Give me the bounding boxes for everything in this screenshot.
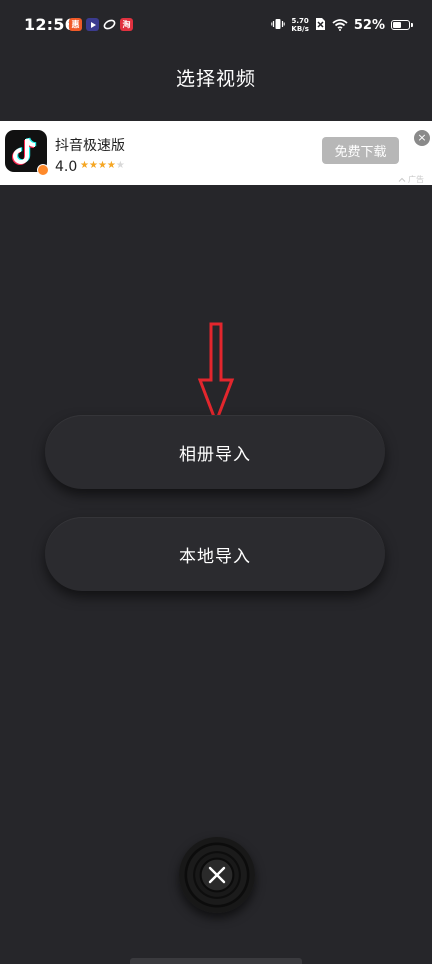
notification-icons: 惠 淘 <box>69 18 133 31</box>
star-filled-icon: ★ <box>97 160 107 171</box>
network-speed: 5.70 KB/s <box>291 17 308 33</box>
free-download-button[interactable]: 免费下载 <box>322 137 399 164</box>
star-empty-icon: ★ <box>115 160 125 171</box>
page-title: 选择视频 <box>175 68 256 90</box>
battery-icon <box>391 20 413 30</box>
ad-banner[interactable]: 抖音极速版 4.0 ★ ★ ★ ★ ★ 免费下载 广告 <box>0 121 432 185</box>
play-app-icon <box>86 18 99 31</box>
ad-rating: 4.0 <box>55 159 78 175</box>
ad-close-icon[interactable]: × <box>414 130 430 146</box>
close-icon <box>179 837 255 913</box>
orange-app-icon: 惠 <box>69 18 82 31</box>
net-speed-value: 5.70 <box>291 17 309 25</box>
down-arrow-icon <box>197 322 235 426</box>
rating-stars: ★ ★ ★ ★ ★ <box>80 160 125 172</box>
vibrate-icon <box>271 16 286 35</box>
chevron-up-icon <box>398 177 406 182</box>
local-import-button[interactable]: 本地导入 <box>45 517 385 591</box>
no-sim-icon <box>315 16 326 35</box>
sync-app-icon <box>103 18 116 31</box>
close-button[interactable] <box>179 837 255 913</box>
ad-label: 广告 <box>398 174 424 185</box>
ad-app-name: 抖音极速版 <box>55 138 125 154</box>
status-bar: 12:56 惠 淘 5.70 KB/s 52% <box>0 0 432 52</box>
album-import-button[interactable]: 相册导入 <box>45 415 385 489</box>
star-filled-icon: ★ <box>88 160 98 171</box>
local-import-label: 本地导入 <box>179 546 251 567</box>
wifi-icon <box>332 16 348 35</box>
battery-percent: 52% <box>353 17 385 33</box>
app-badge-icon <box>37 164 49 176</box>
red-app-icon: 淘 <box>120 18 133 31</box>
star-filled-icon: ★ <box>80 160 89 171</box>
album-import-label: 相册导入 <box>179 444 251 465</box>
net-speed-unit: KB/s <box>291 25 309 33</box>
home-indicator[interactable] <box>130 958 302 964</box>
ad-label-text: 广告 <box>408 175 424 184</box>
star-filled-icon: ★ <box>106 160 116 171</box>
battery-fill <box>393 22 401 28</box>
status-right-icons: 5.70 KB/s 52% <box>271 14 413 36</box>
